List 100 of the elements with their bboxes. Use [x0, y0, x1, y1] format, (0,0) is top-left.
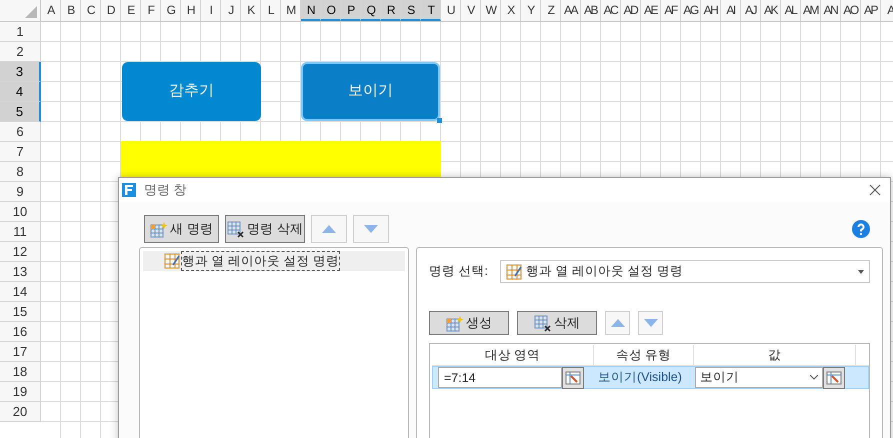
row-header[interactable]: 20: [0, 402, 41, 422]
column-header[interactable]: X: [501, 0, 521, 21]
value-dropdown[interactable]: 보이기: [695, 367, 823, 388]
new-button[interactable]: 새 명령: [144, 215, 219, 243]
column-header[interactable]: AA: [561, 0, 581, 21]
column-header[interactable]: B: [61, 0, 81, 21]
shape-button[interactable]: 감추기: [122, 62, 261, 121]
row-header[interactable]: 19: [0, 382, 41, 402]
column-header[interactable]: T: [421, 0, 441, 21]
column-header[interactable]: AC: [601, 0, 621, 21]
close-icon[interactable]: [869, 184, 881, 196]
column-header[interactable]: Q: [361, 0, 381, 21]
column-header[interactable]: I: [201, 0, 221, 21]
row-header[interactable]: 2: [0, 42, 41, 62]
range-picker-button[interactable]: [823, 366, 845, 388]
column-header: 대상 영역: [432, 345, 594, 365]
column-header[interactable]: O: [321, 0, 341, 21]
chevron-down-icon: [810, 375, 818, 380]
layout-grid-icon: [506, 264, 522, 280]
column-header[interactable]: AH: [701, 0, 721, 21]
column-header[interactable]: AD: [621, 0, 641, 21]
column-header[interactable]: V: [461, 0, 481, 21]
column-header[interactable]: Z: [541, 0, 561, 21]
row-header[interactable]: 8: [0, 162, 41, 182]
move-up-button[interactable]: [311, 215, 347, 243]
row-header[interactable]: 13: [0, 262, 41, 282]
row-header[interactable]: 5: [0, 102, 41, 122]
column-header[interactable]: AO: [841, 0, 861, 21]
column-header[interactable]: AK: [761, 0, 781, 21]
column-header[interactable]: R: [381, 0, 401, 21]
column-header[interactable]: AI: [721, 0, 741, 21]
column-header[interactable]: AJ: [741, 0, 761, 21]
column-header[interactable]: Y: [521, 0, 541, 21]
column-header[interactable]: S: [401, 0, 421, 21]
column-header[interactable]: P: [341, 0, 361, 21]
window-title: 명령 창: [144, 181, 187, 200]
row-header[interactable]: 4: [0, 82, 41, 102]
column-header[interactable]: AP: [861, 0, 881, 21]
move-up-button[interactable]: [605, 311, 630, 335]
column-header: 속성 유형: [594, 345, 694, 365]
row-header[interactable]: 1: [0, 22, 41, 42]
column-header[interactable]: G: [161, 0, 181, 21]
resize-handle[interactable]: [437, 118, 442, 123]
command-select-dropdown[interactable]: 행과 열 레이아웃 설정 명령: [500, 260, 870, 283]
command-select-label: 명령 선택:: [429, 263, 488, 280]
row-header[interactable]: 17: [0, 342, 41, 362]
row-header[interactable]: 7: [0, 142, 41, 162]
up-triangle-icon: [610, 319, 624, 327]
column-header[interactable]: C: [81, 0, 101, 21]
column-header[interactable]: L: [261, 0, 281, 21]
row-header[interactable]: 14: [0, 282, 41, 302]
new-table-icon: [446, 314, 464, 332]
delete-button[interactable]: 삭제: [517, 311, 597, 335]
row-header[interactable]: 6: [0, 122, 41, 142]
row-header[interactable]: 16: [0, 322, 41, 342]
column-header[interactable]: A: [41, 0, 61, 21]
column-header[interactable]: F: [141, 0, 161, 21]
column-header[interactable]: AN: [821, 0, 841, 21]
row-header[interactable]: 15: [0, 302, 41, 322]
row-header[interactable]: 10: [0, 202, 41, 222]
column-header[interactable]: K: [241, 0, 261, 21]
layout-grid-icon: [164, 253, 180, 269]
column-header[interactable]: W: [481, 0, 501, 21]
column-header[interactable]: AE: [641, 0, 661, 21]
delete-button[interactable]: 명령 삭제: [225, 215, 305, 243]
column-header[interactable]: AF: [661, 0, 681, 21]
new-button[interactable]: 생성: [429, 311, 509, 335]
column-header[interactable]: AL: [781, 0, 801, 21]
shape-button[interactable]: 보이기: [301, 62, 440, 121]
column-header[interactable]: N: [301, 0, 321, 21]
column-header[interactable]: D: [101, 0, 121, 21]
delete-table-icon: [227, 220, 246, 238]
corner-triangle-icon: [25, 6, 37, 18]
range-input[interactable]: =7:14: [438, 367, 562, 388]
column-header[interactable]: H: [181, 0, 201, 21]
column-header[interactable]: E: [121, 0, 141, 21]
move-down-button[interactable]: [353, 215, 389, 243]
column-header: 값: [694, 345, 856, 365]
row-header[interactable]: 3: [0, 62, 41, 82]
move-down-button[interactable]: [638, 311, 663, 335]
column-header[interactable]: U: [441, 0, 461, 21]
help-icon[interactable]: [852, 220, 870, 238]
table-cell-text: 보이기(Visible): [597, 369, 683, 386]
new-table-icon: [150, 220, 168, 238]
row-header[interactable]: 9: [0, 182, 41, 202]
column-header[interactable]: AB: [581, 0, 601, 21]
column-header[interactable]: AM: [801, 0, 821, 21]
row-header[interactable]: 11: [0, 222, 41, 242]
column-header[interactable]: J: [221, 0, 241, 21]
column-header[interactable]: AG: [681, 0, 701, 21]
row-header[interactable]: 12: [0, 242, 41, 262]
tree-item[interactable]: 행과 열 레이아웃 설정 명령: [143, 251, 405, 271]
delete-table-icon: [534, 314, 552, 332]
dropdown-caret-icon: [858, 270, 864, 274]
table-row[interactable]: =7:14 보이기(Visible) 보이기: [432, 366, 869, 389]
up-triangle-icon: [322, 225, 336, 233]
app-logo-icon: [122, 183, 136, 197]
row-header[interactable]: 18: [0, 362, 41, 382]
down-triangle-icon: [644, 319, 658, 327]
range-picker-button[interactable]: [562, 366, 584, 388]
